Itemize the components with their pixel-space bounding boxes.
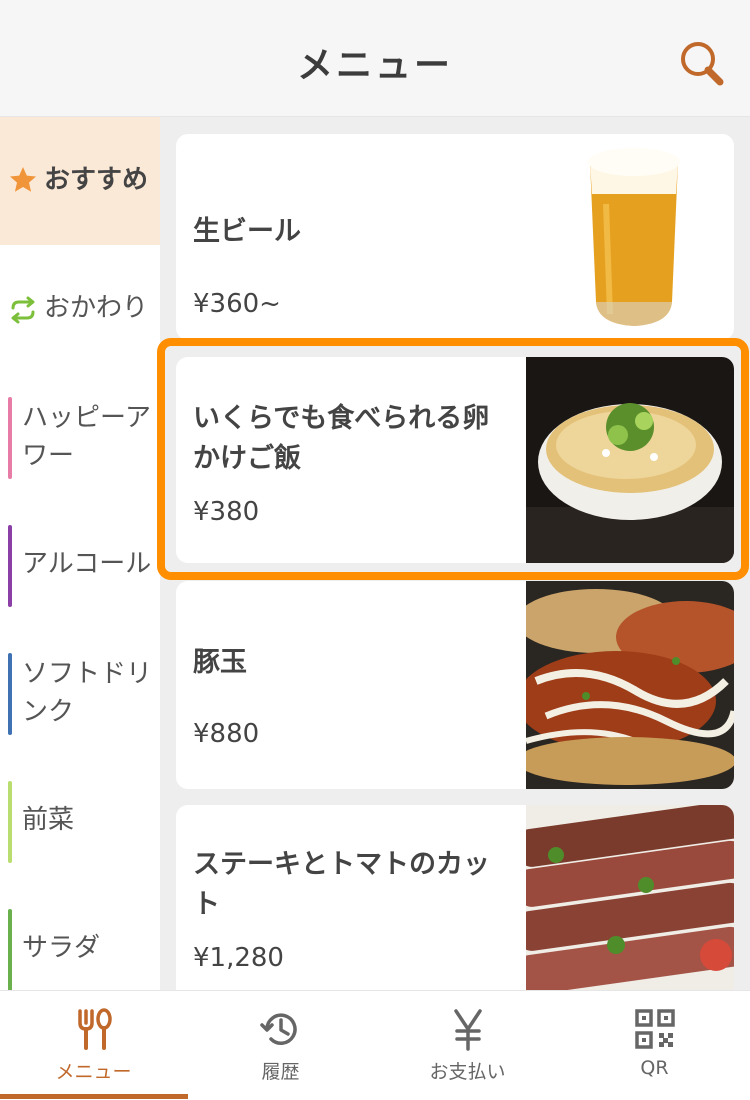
nav-tab-qr[interactable]: QR	[561, 991, 748, 1100]
egg-rice-bowl-image	[526, 357, 734, 563]
menu-item-card[interactable]: 豚玉 ¥880	[176, 581, 734, 789]
category-salad[interactable]: サラダ	[0, 885, 160, 990]
page-title: メニュー	[296, 45, 453, 86]
category-label: おすすめ	[44, 165, 149, 195]
nav-tab-menu[interactable]: メニュー	[0, 991, 188, 1100]
category-accent-bar	[8, 781, 12, 863]
category-sidebar: おすすめ おかわり ハッピーアワー アルコール ソフトドリンク 前菜 サラダ	[0, 117, 160, 990]
star-icon	[10, 167, 36, 192]
category-accent-bar	[8, 397, 12, 479]
menu-item-card[interactable]: いくらでも食べられる卵かけご飯 ¥380	[176, 357, 734, 563]
category-appetizers[interactable]: 前菜	[0, 757, 160, 885]
category-refill[interactable]: おかわり	[0, 245, 160, 373]
category-accent-bar	[8, 909, 12, 990]
menu-item-price: ¥880	[193, 719, 260, 749]
nav-label: メニュー	[55, 1061, 132, 1083]
category-label: アルコール	[22, 549, 152, 579]
menu-item-price: ¥380	[193, 497, 260, 527]
category-happy-hour[interactable]: ハッピーアワー	[0, 373, 160, 501]
search-button[interactable]	[676, 38, 728, 90]
nav-label: QR	[640, 1057, 669, 1079]
category-label: サラダ	[22, 933, 101, 963]
menu-item-name: ステーキとトマトのカット	[193, 849, 490, 920]
category-accent-bar	[8, 525, 12, 607]
beer-glass-image	[526, 134, 734, 340]
nav-tab-payment[interactable]: お支払い	[374, 991, 561, 1100]
menu-item-card[interactable]: ステーキとトマトのカット ¥1,280	[176, 805, 734, 990]
okonomiyaki-image	[526, 581, 734, 789]
qr-code-icon	[634, 1009, 675, 1049]
app-header: メニュー	[0, 0, 750, 117]
sliced-steak-image	[526, 805, 734, 990]
category-recommended[interactable]: おすすめ	[0, 117, 160, 245]
menu-item-name: 豚玉	[193, 647, 247, 678]
menu-item-card[interactable]: 生ビール ¥360~	[176, 134, 734, 340]
category-soft-drinks[interactable]: ソフトドリンク	[0, 629, 160, 757]
menu-item-name: 生ビール	[193, 216, 301, 247]
category-alcohol[interactable]: アルコール	[0, 501, 160, 629]
category-label: 前菜	[22, 805, 75, 835]
category-label: ソフトドリンク	[22, 659, 153, 727]
bottom-navigation: メニュー 履歴 お支払い QR	[0, 990, 750, 1100]
nav-tab-history[interactable]: 履歴	[187, 991, 374, 1100]
active-tab-indicator	[0, 1094, 188, 1099]
nav-label: お支払い	[429, 1061, 506, 1083]
refresh-icon	[11, 296, 35, 324]
history-icon	[259, 1013, 297, 1045]
menu-item-price: ¥360~	[193, 289, 281, 319]
category-accent-bar	[8, 653, 12, 735]
menu-item-name: いくらでも食べられる卵かけご飯	[193, 403, 490, 474]
search-icon	[681, 42, 724, 86]
menu-list: 生ビール ¥360~ いくらでも食べられる卵かけご飯 ¥380 豚玉 ¥880 …	[160, 117, 750, 990]
category-label: ハッピーアワー	[22, 403, 151, 471]
menu-item-price: ¥1,280	[193, 943, 284, 973]
category-label: おかわり	[44, 293, 149, 323]
yen-icon	[453, 1009, 482, 1051]
fork-spoon-icon	[77, 1008, 112, 1050]
nav-label: 履歴	[261, 1061, 300, 1083]
